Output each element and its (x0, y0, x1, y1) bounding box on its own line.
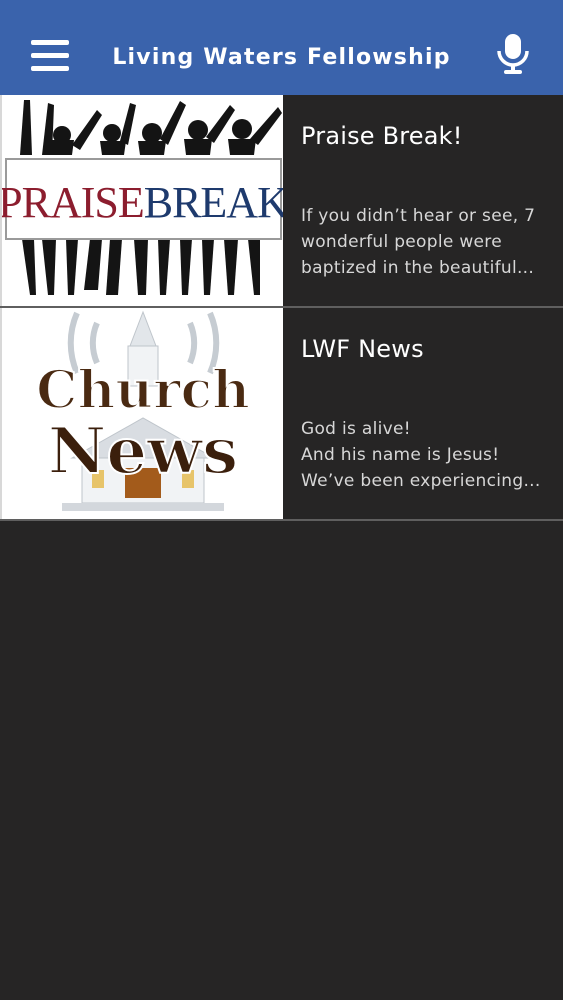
feed-item-text: Praise Break! If you didn’t hear or see,… (283, 95, 563, 306)
feed-item-lwf-news[interactable]: Church News LWF News God is alive! And h… (0, 308, 563, 521)
app-screen: Living Waters Fellowship PRAISEBREAK Pra… (0, 0, 563, 1000)
church-news-thumbnail: Church News (0, 308, 283, 519)
svg-text:News: News (48, 414, 238, 489)
app-header: Living Waters Fellowship (0, 0, 563, 95)
svg-text:PRAISEBREAK: PRAISEBREAK (2, 178, 283, 227)
microphone-icon[interactable] (496, 33, 530, 75)
svg-text:Church: Church (36, 360, 250, 421)
item-title: LWF News (301, 335, 424, 363)
feed-item-text: LWF News God is alive! And his name is J… (283, 308, 563, 519)
praise-break-thumbnail: PRAISEBREAK (0, 95, 283, 306)
feed-item-praise-break[interactable]: PRAISEBREAK Praise Break! If you didn’t … (0, 95, 563, 308)
news-feed: PRAISEBREAK Praise Break! If you didn’t … (0, 95, 563, 521)
item-title: Praise Break! (301, 122, 463, 150)
item-excerpt: If you didn’t hear or see, 7 wonderful p… (301, 206, 536, 278)
item-excerpt: God is alive! And his name is Jesus! We’… (301, 419, 541, 491)
app-title: Living Waters Fellowship (112, 45, 451, 70)
